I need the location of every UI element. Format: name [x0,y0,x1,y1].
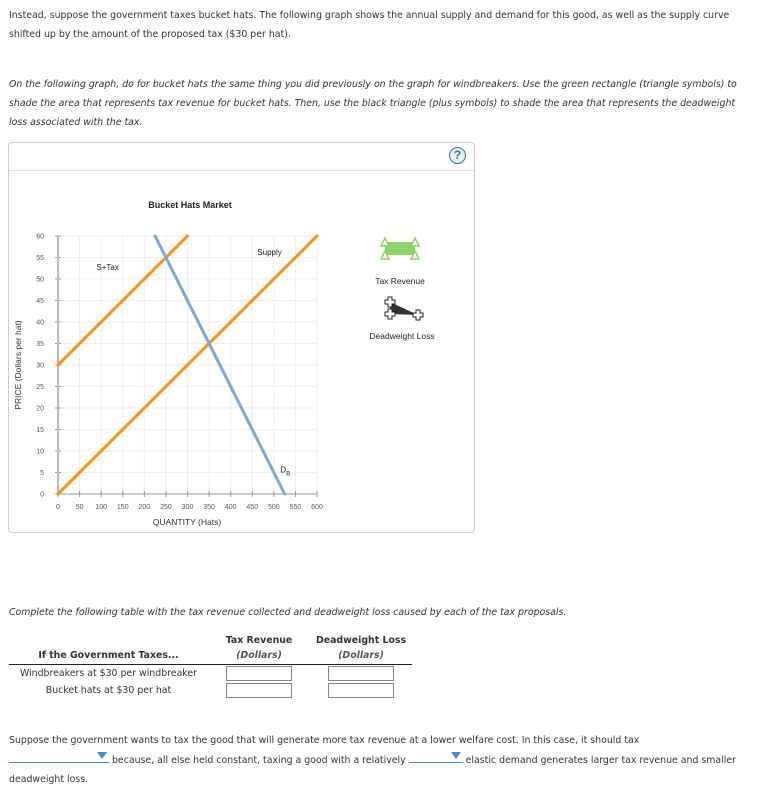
x-tick-label: 400 [225,504,237,511]
table-instruction: Complete the following table with the ta… [9,607,567,618]
x-tick-label: 150 [117,504,129,511]
x-tick-label: 0 [56,504,60,511]
instructions-paragraph: On the following graph, do for bucket ha… [9,79,737,128]
intro-paragraph: Instead, suppose the government taxes bu… [9,10,730,40]
government-taxes-header: If the Government Taxes... [38,650,179,661]
tax-revenue-header: Tax Revenue [225,635,293,646]
x-tick-label: 500 [268,504,280,511]
y-tick-label: 0 [40,492,44,499]
good-to-tax-dropdown[interactable] [9,750,109,763]
y-tick-label: 20 [36,406,44,413]
supply-label: Supply [257,248,281,257]
y-tick-label: 15 [36,427,44,434]
triangle-icon [379,236,391,247]
y-tick-label: 5 [40,470,44,477]
y-axis-label: PRICE (Dollars per hat) [13,320,23,409]
y-tick-label: 50 [36,277,44,284]
x-tick-label: 300 [182,504,194,511]
y-tick-label: 10 [36,449,44,456]
plus-icon [412,309,424,321]
tax-revenue-tool[interactable]: Tax Revenue [375,236,425,286]
deadweight-loss-tool[interactable]: Deadweight Loss [369,296,435,341]
x-tick-label: 350 [203,504,215,511]
tax-revenue-swatch[interactable] [385,242,415,255]
windbreakers-deadweight-loss-input[interactable] [328,666,394,681]
x-tick-label: 100 [95,504,107,511]
s-tax-label: S+Tax [96,263,118,272]
x-axis-label: QUANTITY (Hats) [153,517,221,527]
row-label: Windbreakers at $30 per windbreaker [19,668,198,679]
x-tick-label: 450 [246,504,258,511]
conclusion-text-2: because, all else held constant, taxing … [109,755,409,766]
bucket-hats-deadweight-loss-input[interactable] [328,683,394,698]
chart-title: Bucket Hats Market [148,200,232,210]
y-tick-label: 40 [36,320,44,327]
x-tick-label: 600 [311,504,323,511]
table-row: Windbreakers at $30 per windbreaker [9,665,412,683]
conclusion-paragraph: Suppose the government wants to tax the … [9,731,754,789]
deadweight-loss-label: Deadweight Loss [369,331,434,341]
row-label: Bucket hats at $30 per hat [45,685,172,696]
triangle-icon [409,236,421,247]
deadweight-loss-unit: (Dollars) [338,650,384,661]
dropdown-arrow-icon [450,752,461,759]
elasticity-dropdown[interactable] [408,750,463,763]
tax-revenue-unit: (Dollars) [236,650,282,661]
x-tick-label: 250 [160,504,172,511]
conclusion-text-1: Suppose the government wants to tax the … [9,735,640,746]
tax-table: Tax Revenue Deadweight Loss If the Gover… [9,633,412,699]
x-tick-label: 550 [290,504,302,511]
demand-label-subscript: B [286,472,290,478]
bucket-hats-chart[interactable]: 0 50 100 150 200 250 300 350 400 450 500 550 600 0 5 10… [9,143,474,532]
y-tick-label: 25 [36,384,44,391]
graph-panel: ? 0 50 100 150 200 250 300 350 400 450 500 550 600 0 5… [8,142,475,533]
x-tick-label: 50 [76,504,84,511]
windbreakers-tax-revenue-input[interactable] [226,666,292,681]
y-tick-label: 30 [36,363,44,370]
bucket-hats-tax-revenue-input[interactable] [226,683,292,698]
deadweight-loss-header: Deadweight Loss [315,635,407,646]
tax-revenue-label: Tax Revenue [375,276,425,286]
x-tick-label: 200 [138,504,150,511]
y-tick-label: 45 [36,298,44,305]
dropdown-arrow-icon [97,752,107,759]
y-tick-label: 35 [36,341,44,348]
y-tick-label: 60 [36,234,44,241]
y-tick-label: 55 [36,255,44,262]
table-row: Bucket hats at $30 per hat [9,682,412,699]
